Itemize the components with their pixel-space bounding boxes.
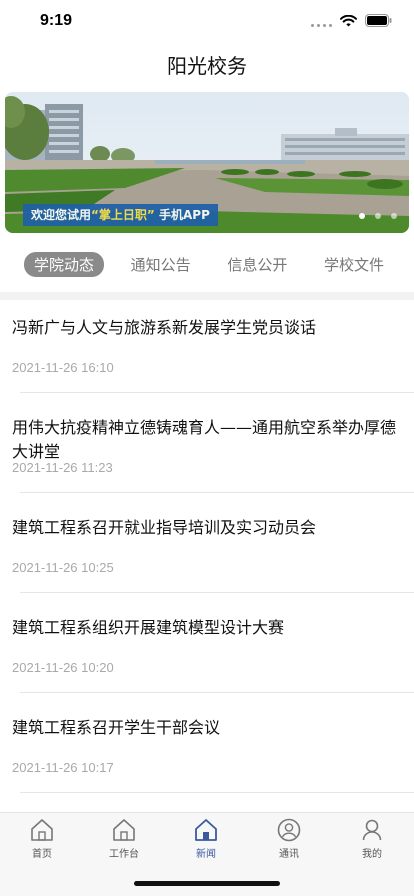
news-time: 2021-11-26 10:20 <box>12 660 114 675</box>
tabbar-item-3[interactable]: 新闻 <box>164 817 248 860</box>
news-time: 2021-11-26 10:17 <box>12 760 114 775</box>
battery-icon <box>365 14 392 27</box>
status-time: 9:19 <box>40 12 73 29</box>
list-divider <box>20 492 414 493</box>
news-title: 建筑工程系组织开展建筑模型设计大赛 <box>12 618 285 637</box>
carousel-dot[interactable] <box>391 213 397 219</box>
news-item[interactable]: 冯新广与人文与旅游系新发展学生党员谈话 2021-11-26 16:10 <box>0 300 414 400</box>
carousel-page-indicator[interactable] <box>359 213 397 219</box>
category-tabs: 学院动态 通知公告 信息公开 学校文件 <box>24 251 394 277</box>
banner-caption: 欢迎您试用“掌上日职” 手机APP <box>23 204 218 226</box>
tabbar-label: 工作台 <box>109 849 139 860</box>
tabbar-item-2[interactable]: 工作台 <box>82 817 166 860</box>
contacts-icon <box>247 817 331 843</box>
section-divider <box>0 292 414 300</box>
carousel-dot[interactable] <box>375 213 381 219</box>
home-icon <box>0 817 84 843</box>
tab-2[interactable]: 通知公告 <box>121 252 201 277</box>
news-time: 2021-11-26 10:25 <box>12 560 114 575</box>
tabbar-item-5[interactable]: 我的 <box>330 817 414 860</box>
tabbar-label: 新闻 <box>196 849 216 860</box>
news-title: 冯新广与人文与旅游系新发展学生党员谈话 <box>12 318 317 337</box>
status-bar: 9:19 <box>0 0 414 44</box>
banner-caption-prefix: 欢迎您试用 <box>31 208 92 222</box>
banner-caption-highlight: “掌上日职” <box>91 208 155 222</box>
tab-3[interactable]: 信息公开 <box>217 252 297 277</box>
news-item[interactable]: 建筑工程系召开学生干部会议 2021-11-26 10:17 <box>0 700 414 800</box>
tab-1[interactable]: 学院动态 <box>24 251 105 277</box>
news-title: 用伟大抗疫精神立德铸魂育人——通用航空系举办厚德大讲堂 <box>12 418 397 461</box>
news-item[interactable]: 用伟大抗疫精神立德铸魂育人——通用航空系举办厚德大讲堂 2021-11-26 11… <box>0 400 414 500</box>
status-icons <box>311 14 392 27</box>
profile-icon <box>330 817 414 843</box>
tabbar-item-4[interactable]: 通讯 <box>247 817 331 860</box>
list-divider <box>20 692 414 693</box>
list-divider <box>20 792 414 793</box>
page-title: 阳光校务 <box>167 54 247 78</box>
tabbar-label: 通讯 <box>279 849 299 860</box>
list-divider <box>20 592 414 593</box>
banner-caption-suffix: 手机APP <box>158 208 210 222</box>
news-item[interactable]: 建筑工程系召开就业指导培训及实习动员会 2021-11-26 10:25 <box>0 500 414 600</box>
banner-carousel[interactable]: 欢迎您试用“掌上日职” 手机APP <box>5 92 409 233</box>
wifi-icon <box>340 14 357 27</box>
carousel-dot[interactable] <box>359 213 365 219</box>
home-indicator <box>134 881 280 886</box>
workbench-icon <box>82 817 166 843</box>
news-icon <box>164 817 248 843</box>
tabbar-label: 我的 <box>362 849 382 860</box>
news-item[interactable]: 建筑工程系组织开展建筑模型设计大赛 2021-11-26 10:20 <box>0 600 414 700</box>
app-screen: 9:19 阳光校务 欢迎您试用“掌上日职” 手机APP 学院动态 通知公告 信息… <box>0 0 414 896</box>
list-divider <box>20 392 414 393</box>
tab-4[interactable]: 学校文件 <box>314 252 394 277</box>
tabbar-item-1[interactable]: 首页 <box>0 817 84 860</box>
news-time: 2021-11-26 16:10 <box>12 360 114 375</box>
news-title: 建筑工程系召开就业指导培训及实习动员会 <box>12 518 317 537</box>
news-time: 2021-11-26 11:23 <box>12 460 113 475</box>
cellular-signal-icon <box>311 15 332 27</box>
news-title: 建筑工程系召开学生干部会议 <box>12 718 221 737</box>
tabbar-label: 首页 <box>32 849 52 860</box>
